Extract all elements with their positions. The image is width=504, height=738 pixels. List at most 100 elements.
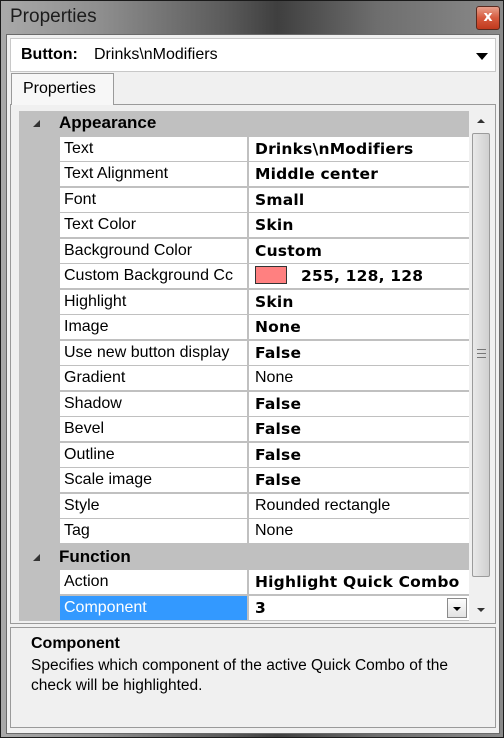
property-name[interactable]: Custom Background Cc <box>60 264 247 288</box>
property-grid: Appearance Text Drinks\nModifiers Text Alig… <box>19 111 469 621</box>
property-value[interactable]: None <box>249 315 469 339</box>
collapse-icon[interactable] <box>33 120 40 127</box>
category-label: Function <box>59 546 131 566</box>
property-value[interactable]: 255, 128, 128 <box>249 264 469 288</box>
property-row[interactable]: Tag None <box>19 519 469 545</box>
property-value[interactable]: 3 <box>249 595 469 620</box>
properties-window: Properties x Button: Drinks\nModifiers P… <box>0 0 504 738</box>
property-name[interactable]: Tag <box>60 519 247 543</box>
object-selector-dropdown[interactable]: Button: Drinks\nModifiers <box>10 38 496 72</box>
property-name[interactable]: Shadow <box>60 391 247 416</box>
description-title: Component <box>31 635 120 652</box>
property-row[interactable]: Image None <box>19 315 469 341</box>
property-value-text: None <box>255 522 294 539</box>
property-row[interactable]: Scale image False <box>19 468 469 494</box>
property-row[interactable]: Text Alignment Middle center <box>19 162 469 188</box>
property-row[interactable]: Style Rounded rectangle <box>19 493 469 520</box>
property-row[interactable]: Custom Background Cc 255, 128, 128 <box>19 264 469 290</box>
color-swatch <box>255 266 287 284</box>
property-name[interactable]: Text Alignment <box>60 162 247 186</box>
property-value[interactable]: Drinks\nModifiers <box>249 136 469 161</box>
property-value[interactable]: Small <box>249 187 469 212</box>
property-value-text: 255, 128, 128 <box>301 267 424 285</box>
property-row[interactable]: Action Highlight Quick Combo <box>19 570 469 596</box>
property-name[interactable]: Outline <box>60 442 247 467</box>
scroll-up-arrow-icon[interactable] <box>471 113 491 131</box>
property-name[interactable]: Image <box>60 315 247 339</box>
object-name: Drinks\nModifiers <box>94 46 218 63</box>
property-name[interactable]: Use new button display <box>60 340 247 365</box>
property-row[interactable]: Outline False <box>19 442 469 469</box>
property-value-text: None <box>255 318 301 336</box>
property-row[interactable]: Shadow False <box>19 391 469 418</box>
dropdown-arrow-icon[interactable] <box>447 597 467 618</box>
chevron-down-icon[interactable] <box>476 53 488 60</box>
tab-properties[interactable]: Properties <box>11 73 114 105</box>
close-button[interactable]: x <box>476 6 500 30</box>
property-value[interactable]: Rounded rectangle <box>249 493 469 518</box>
property-value[interactable]: Skin <box>249 213 469 237</box>
title-bar[interactable]: Properties x <box>1 1 504 34</box>
category-label: Appearance <box>59 113 157 132</box>
property-value[interactable]: Middle center <box>249 162 469 186</box>
property-value-text: Small <box>255 190 305 209</box>
property-row[interactable]: Highlight Skin <box>19 289 469 316</box>
property-value[interactable]: None <box>249 519 469 543</box>
property-value[interactable]: False <box>249 468 469 492</box>
property-row[interactable]: Text Drinks\nModifiers <box>19 136 469 163</box>
property-name[interactable]: Text <box>60 136 247 161</box>
property-value-text: False <box>255 471 302 489</box>
property-value-text: False <box>255 420 302 438</box>
collapse-icon[interactable] <box>33 553 40 561</box>
property-value-text: Custom <box>255 241 323 260</box>
property-value-text: Skin <box>255 216 294 234</box>
property-value[interactable]: Skin <box>249 289 469 314</box>
property-name[interactable]: Style <box>60 493 247 518</box>
description-pane: Component Specifies which component of t… <box>10 627 496 728</box>
property-row[interactable]: Use new button display False <box>19 340 469 367</box>
property-row[interactable]: Text Color Skin <box>19 213 469 239</box>
property-name[interactable]: Highlight <box>60 289 247 314</box>
grip-icon <box>477 349 486 358</box>
property-value[interactable]: Custom <box>249 238 469 263</box>
property-row[interactable]: Gradient None <box>19 366 469 392</box>
property-value-text: Drinks\nModifiers <box>255 139 414 158</box>
property-row[interactable]: Background Color Custom <box>19 238 469 265</box>
vertical-scrollbar[interactable] <box>471 111 491 621</box>
property-value[interactable]: Highlight Quick Combo <box>249 570 469 594</box>
property-name[interactable]: Font <box>60 187 247 212</box>
property-value-text: Skin <box>255 292 294 311</box>
window-client: Button: Drinks\nModifiers Properties App… <box>6 34 500 734</box>
property-value[interactable]: False <box>249 442 469 467</box>
property-row[interactable]: Font Small <box>19 187 469 214</box>
property-value-text: Rounded rectangle <box>255 496 391 514</box>
property-name[interactable]: Bevel <box>60 417 247 441</box>
property-row[interactable]: Bevel False <box>19 417 469 443</box>
property-name[interactable]: Background Color <box>60 238 247 263</box>
category-function[interactable]: Function <box>19 544 469 570</box>
property-value-text: Highlight Quick Combo <box>255 573 460 591</box>
properties-tab-panel: Appearance Text Drinks\nModifiers Text Alig… <box>10 104 496 624</box>
scrollbar-thumb[interactable] <box>472 133 490 577</box>
property-value-text: False <box>255 343 302 362</box>
property-value[interactable]: False <box>249 340 469 365</box>
property-name[interactable]: Text Color <box>60 213 247 237</box>
property-name[interactable]: Scale image <box>60 468 247 492</box>
property-value-text: False <box>255 394 302 413</box>
scroll-down-arrow-icon[interactable] <box>471 601 491 619</box>
description-text: Specifies which component of the active … <box>31 657 448 694</box>
window-title: Properties <box>10 6 97 27</box>
property-value[interactable]: False <box>249 417 469 441</box>
property-row[interactable]: Component 3 <box>19 595 469 622</box>
property-value-text: Middle center <box>255 165 379 183</box>
property-value[interactable]: None <box>249 366 469 390</box>
property-value-text: None <box>255 369 294 386</box>
property-value-text: False <box>255 445 302 464</box>
property-value-text: 3 <box>255 598 266 617</box>
property-name[interactable]: Gradient <box>60 366 247 390</box>
property-name[interactable]: Action <box>60 570 247 594</box>
property-name[interactable]: Component <box>60 595 247 620</box>
category-appearance[interactable]: Appearance <box>19 111 469 137</box>
close-icon: x <box>483 9 493 25</box>
property-value[interactable]: False <box>249 391 469 416</box>
